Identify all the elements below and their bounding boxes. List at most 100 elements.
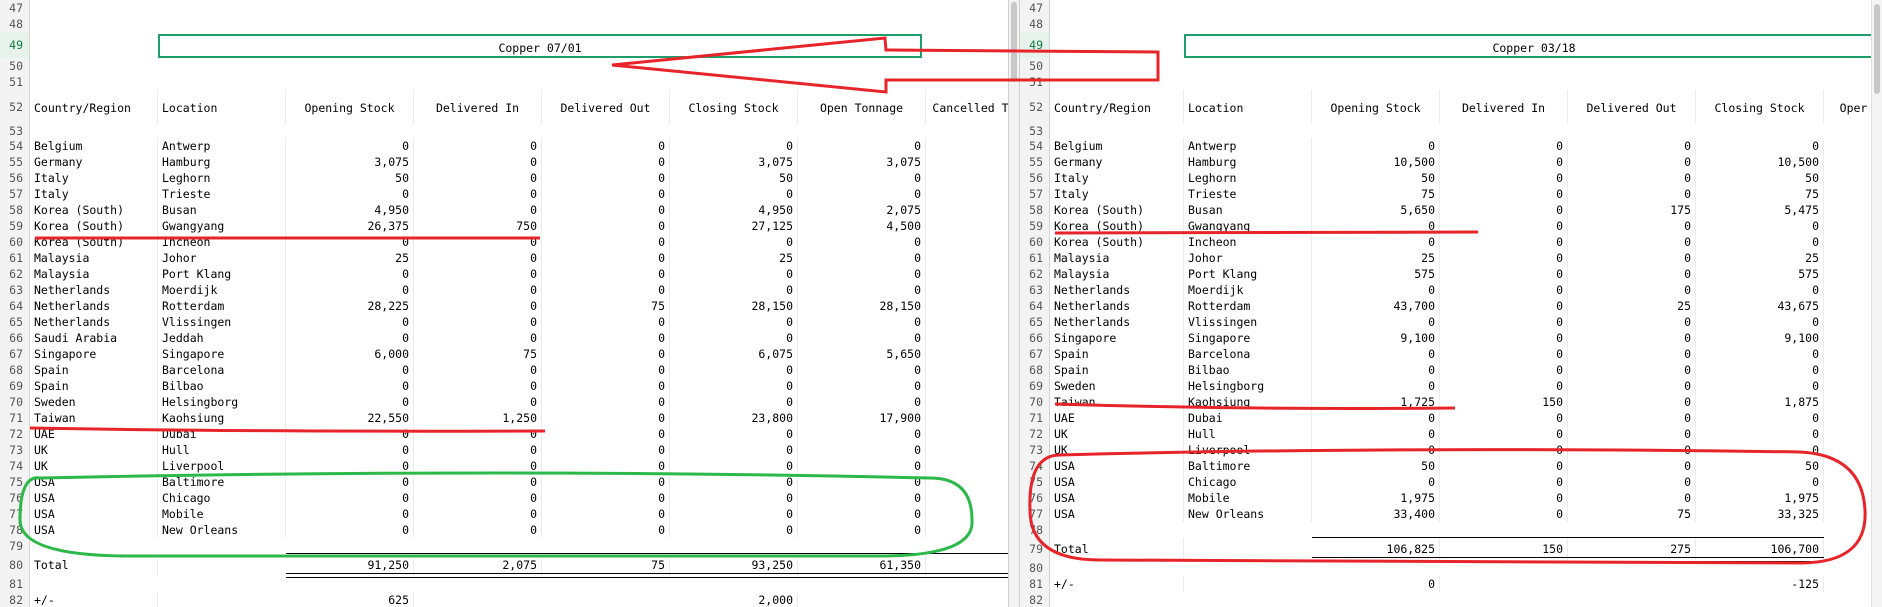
value-cell[interactable]: 0 <box>1568 474 1696 490</box>
country-cell[interactable]: Korea (South) <box>1050 218 1184 234</box>
value-cell[interactable]: 43,675 <box>1696 298 1824 314</box>
value-cell[interactable]: 0 <box>414 394 542 410</box>
row-number[interactable]: 81 <box>0 576 30 592</box>
value-cell[interactable]: 0 <box>670 506 798 522</box>
column-header[interactable]: Delivered Out <box>1568 90 1696 124</box>
country-cell[interactable]: Saudi Arabia <box>30 330 158 346</box>
value-cell[interactable]: 0 <box>1568 186 1696 202</box>
value-cell[interactable]: 0 <box>1440 282 1568 298</box>
value-cell[interactable]: 0 <box>1696 138 1824 154</box>
value-cell[interactable]: 0 <box>414 138 542 154</box>
country-cell[interactable]: USA <box>30 522 158 538</box>
location-cell[interactable]: Mobile <box>158 506 286 522</box>
value-cell[interactable]: 0 <box>414 330 542 346</box>
value-cell[interactable]: 0 <box>1568 426 1696 442</box>
row-number[interactable]: 53 <box>0 124 30 138</box>
value-cell[interactable]: 0 <box>1568 218 1696 234</box>
column-header[interactable]: Closing Stock <box>670 90 798 124</box>
row-number[interactable]: 48 <box>1020 16 1050 32</box>
value-cell[interactable]: 0 <box>286 490 414 506</box>
country-cell[interactable]: USA <box>30 506 158 522</box>
country-cell[interactable]: USA <box>1050 490 1184 506</box>
value-cell[interactable]: 0 <box>542 266 670 282</box>
difference-opening[interactable]: 625 <box>286 592 414 607</box>
value-cell[interactable]: 0 <box>1696 282 1824 298</box>
vertical-scrollbar[interactable] <box>1871 0 1882 607</box>
value-cell[interactable]: 1,975 <box>1312 490 1440 506</box>
value-cell[interactable]: 0 <box>414 506 542 522</box>
country-cell[interactable]: Italy <box>1050 170 1184 186</box>
value-cell[interactable]: 0 <box>286 378 414 394</box>
country-cell[interactable]: Netherlands <box>1050 314 1184 330</box>
country-cell[interactable]: USA <box>30 490 158 506</box>
location-cell[interactable]: Trieste <box>158 186 286 202</box>
value-cell[interactable]: 27,125 <box>670 218 798 234</box>
value-cell[interactable]: 0 <box>1440 362 1568 378</box>
country-cell[interactable]: Korea (South) <box>30 218 158 234</box>
column-header[interactable]: Delivered Out <box>542 90 670 124</box>
country-cell[interactable]: Italy <box>1050 186 1184 202</box>
value-cell[interactable]: 0 <box>1568 138 1696 154</box>
country-cell[interactable]: Malaysia <box>30 250 158 266</box>
country-cell[interactable]: UK <box>1050 426 1184 442</box>
sheet-title-box[interactable]: Copper 03/18 <box>1184 34 1882 58</box>
value-cell[interactable]: 50 <box>670 170 798 186</box>
location-cell[interactable]: Busan <box>1184 202 1312 218</box>
value-cell[interactable]: 0 <box>542 218 670 234</box>
value-cell[interactable]: 3,075 <box>670 154 798 170</box>
row-number[interactable]: 62 <box>1020 266 1050 282</box>
row-number[interactable]: 56 <box>1020 170 1050 186</box>
value-cell[interactable]: 0 <box>1440 314 1568 330</box>
row-number[interactable]: 65 <box>0 314 30 330</box>
value-cell[interactable]: 0 <box>1568 346 1696 362</box>
pane-splitter[interactable] <box>1008 0 1020 607</box>
value-cell[interactable]: 28,225 <box>286 298 414 314</box>
location-cell[interactable]: Chicago <box>158 490 286 506</box>
value-cell[interactable]: 0 <box>542 362 670 378</box>
value-cell[interactable]: 1,975 <box>1696 490 1824 506</box>
value-cell[interactable]: 0 <box>542 170 670 186</box>
value-cell[interactable]: 0 <box>414 474 542 490</box>
row-number[interactable]: 61 <box>0 250 30 266</box>
row-number[interactable]: 63 <box>1020 282 1050 298</box>
value-cell[interactable]: 175 <box>1568 202 1696 218</box>
value-cell[interactable]: 0 <box>414 298 542 314</box>
row-number[interactable]: 50 <box>0 58 30 74</box>
value-cell[interactable]: 0 <box>798 442 926 458</box>
value-cell[interactable]: 0 <box>1568 490 1696 506</box>
value-cell[interactable]: 0 <box>670 282 798 298</box>
value-cell[interactable]: 0 <box>1696 410 1824 426</box>
value-cell[interactable]: 0 <box>286 330 414 346</box>
value-cell[interactable]: 25 <box>670 250 798 266</box>
row-number[interactable]: 49 <box>0 32 30 58</box>
value-cell[interactable]: 0 <box>542 474 670 490</box>
value-cell[interactable]: 0 <box>1568 362 1696 378</box>
value-cell[interactable]: 75 <box>542 298 670 314</box>
row-number[interactable]: 49 <box>1020 32 1050 58</box>
value-cell[interactable]: 4,500 <box>798 218 926 234</box>
value-cell[interactable]: 0 <box>286 458 414 474</box>
country-cell[interactable]: USA <box>1050 506 1184 522</box>
left-sheet-pane[interactable]: 47 48 49 Copper 07/01 50 51 52 Country/Region Lo… <box>0 0 1008 607</box>
value-cell[interactable]: 0 <box>1440 410 1568 426</box>
row-number[interactable]: 58 <box>0 202 30 218</box>
value-cell[interactable]: 50 <box>1696 170 1824 186</box>
row-number[interactable]: 64 <box>0 298 30 314</box>
value-cell[interactable]: 0 <box>414 458 542 474</box>
value-cell[interactable]: 0 <box>1312 138 1440 154</box>
value-cell[interactable]: 0 <box>414 234 542 250</box>
row-number[interactable]: 77 <box>1020 506 1050 522</box>
value-cell[interactable]: 10,500 <box>1696 154 1824 170</box>
row-number[interactable]: 52 <box>1020 90 1050 124</box>
value-cell[interactable]: 0 <box>286 426 414 442</box>
row-number[interactable]: 75 <box>0 474 30 490</box>
location-cell[interactable]: Dubai <box>1184 410 1312 426</box>
location-cell[interactable]: Kaohsiung <box>158 410 286 426</box>
value-cell[interactable]: 0 <box>1568 282 1696 298</box>
row-number[interactable]: 69 <box>1020 378 1050 394</box>
value-cell[interactable]: 0 <box>1568 170 1696 186</box>
value-cell[interactable]: 0 <box>1568 458 1696 474</box>
country-cell[interactable]: UK <box>1050 442 1184 458</box>
location-cell[interactable]: Vlissingen <box>1184 314 1312 330</box>
value-cell[interactable]: 5,475 <box>1696 202 1824 218</box>
